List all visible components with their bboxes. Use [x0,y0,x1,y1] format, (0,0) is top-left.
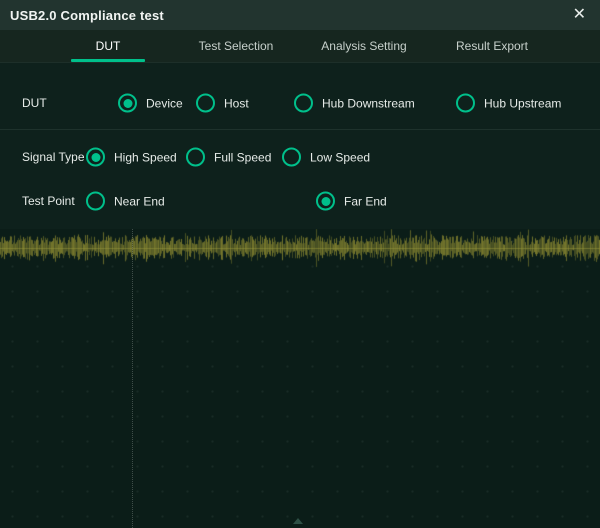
radio-icon [456,94,475,113]
radio-hub-downstream[interactable]: Hub Downstream [294,94,415,113]
radio-label: Host [224,96,249,110]
radio-label: Low Speed [310,150,370,164]
tab-bar: DUT Test Selection Analysis Setting Resu… [0,30,600,63]
noise-waveform [0,229,600,271]
radio-label: Device [146,96,183,110]
usb-compliance-dialog: USB2.0 Compliance test ✕ DUT Test Select… [0,0,600,528]
tab-dut[interactable]: DUT [44,30,172,62]
radio-label: High Speed [114,150,177,164]
radio-high-speed[interactable]: High Speed [86,148,177,167]
graticule-vline [132,229,133,528]
radio-near-end[interactable]: Near End [86,192,165,211]
radio-icon [316,192,335,211]
dialog-title: USB2.0 Compliance test [10,8,164,23]
tab-label: Test Selection [199,39,274,53]
radio-icon [118,94,137,113]
scope-background [0,229,600,528]
radio-icon [186,148,205,167]
close-icon[interactable]: ✕ [569,5,590,25]
tab-result-export[interactable]: Result Export [428,30,556,62]
options-panel: DUT Device Host Hub Downstream Hub Upstr… [0,63,600,229]
radio-device[interactable]: Device [118,94,183,113]
trigger-marker [293,518,303,524]
radio-icon [282,148,301,167]
radio-host[interactable]: Host [196,94,249,113]
title-bar: USB2.0 Compliance test ✕ [0,0,600,30]
radio-icon [294,94,313,113]
tab-label: DUT [96,39,121,53]
radio-hub-upstream[interactable]: Hub Upstream [456,94,561,113]
tab-analysis-setting[interactable]: Analysis Setting [300,30,428,62]
radio-label: Hub Downstream [322,96,415,110]
row-label-dut: DUT [22,96,47,110]
tab-label: Result Export [456,39,528,53]
dut-row: DUT Device Host Hub Downstream Hub Upstr… [0,86,600,120]
row-separator [0,129,600,130]
radio-far-end[interactable]: Far End [316,192,387,211]
row-label-test-point: Test Point [22,194,75,208]
tab-label: Analysis Setting [321,39,406,53]
signal-type-row: Signal Type High Speed Full Speed Low Sp… [0,140,600,174]
radio-full-speed[interactable]: Full Speed [186,148,271,167]
row-label-signal-type: Signal Type [22,150,85,164]
radio-icon [86,148,105,167]
radio-icon [196,94,215,113]
tab-test-selection[interactable]: Test Selection [172,30,300,62]
radio-label: Far End [344,194,387,208]
radio-label: Near End [114,194,165,208]
radio-label: Full Speed [214,150,271,164]
test-point-row: Test Point Near End Far End [0,184,600,218]
radio-low-speed[interactable]: Low Speed [282,148,370,167]
radio-icon [86,192,105,211]
radio-label: Hub Upstream [484,96,561,110]
